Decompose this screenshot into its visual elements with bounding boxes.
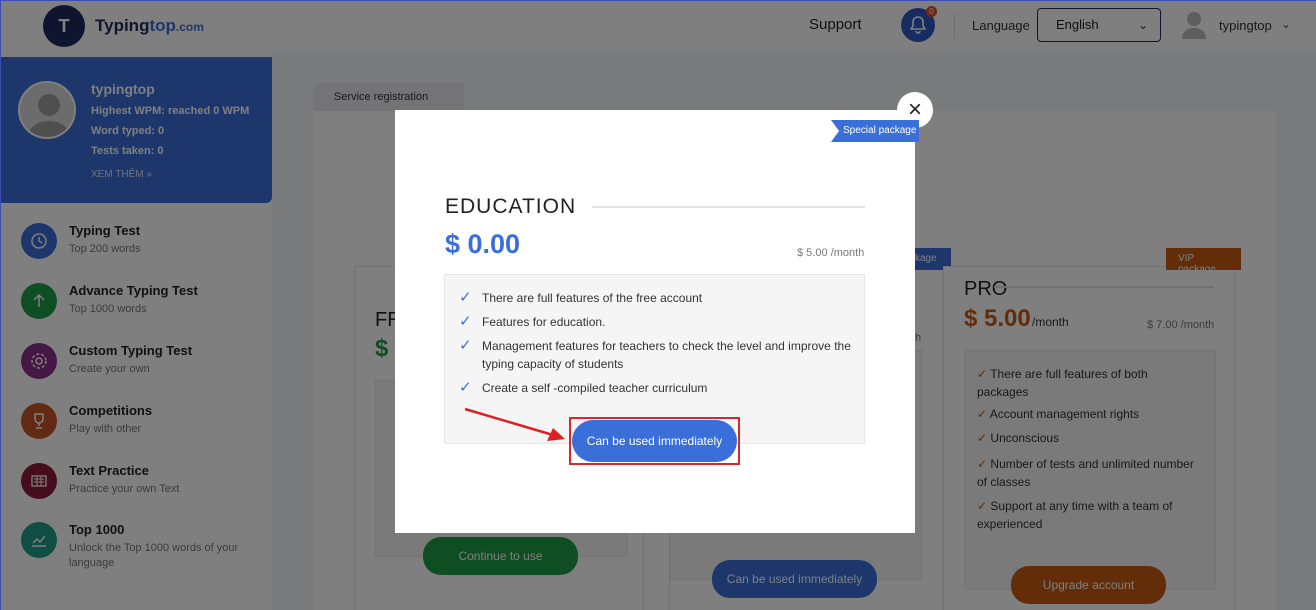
modal-plan-title: EDUCATION	[445, 195, 577, 218]
modal-plan-price: $ 0.00	[445, 229, 521, 259]
check-icon: ✓	[459, 379, 472, 396]
modal-title-divider	[592, 206, 865, 208]
modal-plan-old-price: $ 5.00 /month	[797, 247, 865, 259]
can-be-used-immediately-button[interactable]: Can be used immediately	[572, 420, 737, 462]
check-icon: ✓	[459, 313, 472, 330]
check-icon: ✓	[459, 337, 472, 354]
red-arrow-annotation	[464, 407, 565, 441]
check-icon: ✓	[459, 289, 472, 306]
special-package-ribbon: Special package	[831, 120, 919, 142]
